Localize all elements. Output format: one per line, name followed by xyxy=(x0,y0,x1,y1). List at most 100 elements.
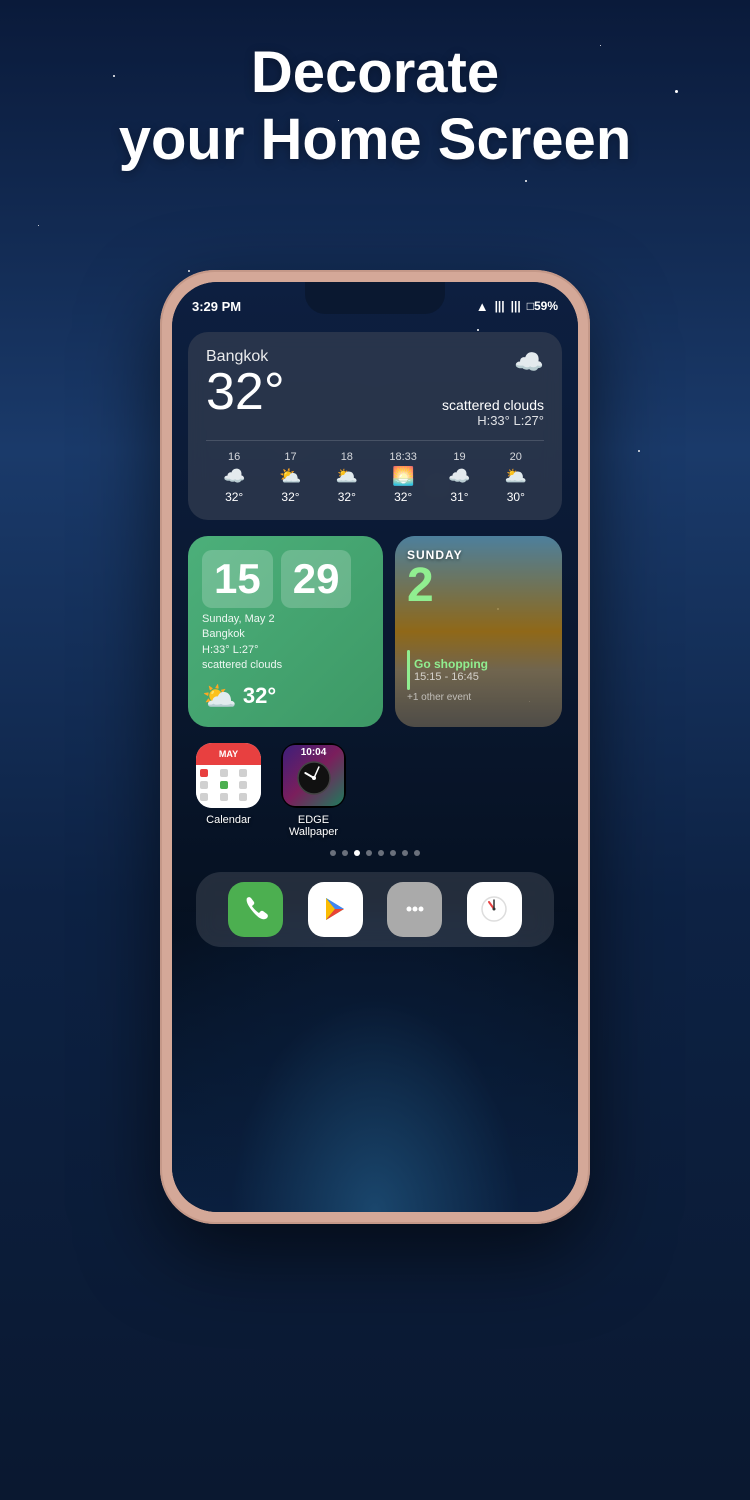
cal-dot xyxy=(200,769,208,777)
hour-temp-4: 32° xyxy=(375,490,431,504)
cal-dot xyxy=(220,793,228,801)
page-dot-7 xyxy=(402,850,408,856)
widgets-row: 15 29 Sunday, May 2 Bangkok H:33° L:27° … xyxy=(188,536,562,727)
page-dot-6 xyxy=(390,850,396,856)
phone-content: Bangkok 32° ☁️ scattered clouds H:33° L:… xyxy=(172,332,578,947)
dock-clock[interactable] xyxy=(467,882,522,937)
calendar-icon-grid xyxy=(196,765,261,808)
page-dot-4 xyxy=(366,850,372,856)
app-item-calendar[interactable]: MAY xyxy=(196,743,261,838)
hour-temp-3: 32° xyxy=(319,490,375,504)
clock-cloud-icon: ⛅ xyxy=(202,680,237,713)
weather-high: H:33° xyxy=(477,413,510,428)
hour-icon-1: ☁️ xyxy=(206,466,262,487)
hour-temp-1: 32° xyxy=(206,490,262,504)
event-other: +1 other event xyxy=(407,692,550,703)
calendar-widget[interactable]: SUNDAY 2 Go shopping 15:15 - 16:45 xyxy=(395,536,562,727)
hour-icon-4: 🌅 xyxy=(375,466,431,487)
phone-mockup: 3:29 PM ▲ ||| ||| □ 59% Bangkok xyxy=(160,270,590,1224)
hour-temp-5: 31° xyxy=(431,490,487,504)
hour-time-3: 18 xyxy=(319,451,375,463)
cal-dot xyxy=(239,769,247,777)
hour-time-1: 16 xyxy=(206,451,262,463)
hour-temp-2: 32° xyxy=(262,490,318,504)
header-title: Decorate your Home Screen xyxy=(0,40,750,173)
phone-screen: 3:29 PM ▲ ||| ||| □ 59% Bangkok xyxy=(172,282,578,1212)
edge-clock-display: 10:04 xyxy=(281,743,346,808)
bottom-dock xyxy=(196,872,554,947)
signal-icon2: ||| xyxy=(511,299,521,313)
cal-dot xyxy=(239,793,247,801)
weather-cloud-icon: ☁️ xyxy=(442,348,544,377)
nebula-effect xyxy=(172,912,578,1212)
hour-time-4: 18:33 xyxy=(375,451,431,463)
cal-dot xyxy=(200,793,208,801)
battery-percent: 59% xyxy=(534,299,558,313)
weather-right: ☁️ scattered clouds H:33° L:27° xyxy=(442,348,544,428)
calendar-app-label: Calendar xyxy=(206,814,251,826)
page-dot-5 xyxy=(378,850,384,856)
clock-low: L:27° xyxy=(233,644,259,656)
page-dot-2 xyxy=(342,850,348,856)
weather-hl: H:33° L:27° xyxy=(442,413,544,428)
dock-messages[interactable] xyxy=(387,882,442,937)
status-bar: 3:29 PM ▲ ||| ||| □ 59% xyxy=(172,282,578,322)
event-time: 15:15 - 16:45 xyxy=(414,671,488,683)
hour-item-4: 18:33 🌅 32° xyxy=(375,451,431,504)
signal-icon: ||| xyxy=(495,299,505,313)
edge-wallpaper-label: EDGEWallpaper xyxy=(289,814,338,838)
page-dot-3 xyxy=(354,850,360,856)
clock-weather-row: ⛅ 32° xyxy=(202,680,369,713)
clock-hl: H:33° L:27° xyxy=(202,643,369,658)
event-title: Go shopping xyxy=(414,657,488,671)
weather-widget[interactable]: Bangkok 32° ☁️ scattered clouds H:33° L:… xyxy=(188,332,562,520)
phone-outer-shell: 3:29 PM ▲ ||| ||| □ 59% Bangkok xyxy=(160,270,590,1224)
hour-icon-3: 🌥️ xyxy=(319,466,375,487)
header-line1: Decorate xyxy=(251,40,499,105)
cal-dot xyxy=(220,769,228,777)
status-time: 3:29 PM xyxy=(192,299,241,314)
clock-condition: scattered clouds xyxy=(202,658,369,673)
header-line2: your Home Screen xyxy=(119,107,632,172)
page-dot-8 xyxy=(414,850,420,856)
hour-time-5: 19 xyxy=(431,451,487,463)
dock-phone[interactable] xyxy=(228,882,283,937)
cal-dot xyxy=(220,781,228,789)
app-item-edge-wallpaper[interactable]: 10:04 xyxy=(281,743,346,838)
hour-icon-5: ☁️ xyxy=(431,466,487,487)
analog-clock-wrapper xyxy=(296,760,332,803)
weather-top: Bangkok 32° ☁️ scattered clouds H:33° L:… xyxy=(206,348,544,428)
clock-date-info: Sunday, May 2 Bangkok H:33° L:27° scatte… xyxy=(202,612,369,674)
clock-city: Bangkok xyxy=(202,627,369,642)
edge-wallpaper-app-icon[interactable]: 10:04 xyxy=(281,743,346,808)
weather-condition: scattered clouds xyxy=(442,397,544,413)
clock-widget[interactable]: 15 29 Sunday, May 2 Bangkok H:33° L:27° … xyxy=(188,536,383,727)
calendar-app-icon[interactable]: MAY xyxy=(196,743,261,808)
status-icons: ▲ ||| ||| □ 59% xyxy=(476,299,558,314)
calendar-icon-inner: MAY xyxy=(196,743,261,808)
weather-left: Bangkok 32° xyxy=(206,348,285,418)
clock-minute: 29 xyxy=(281,550,352,608)
header-section: Decorate your Home Screen xyxy=(0,40,750,173)
cal-dot xyxy=(200,781,208,789)
calendar-content: SUNDAY 2 Go shopping 15:15 - 16:45 xyxy=(395,536,562,715)
app-icons-row: MAY xyxy=(188,743,562,838)
weather-low: L:27° xyxy=(513,413,544,428)
dock-play-store[interactable] xyxy=(308,882,363,937)
event-bar xyxy=(407,650,410,690)
weather-temp: 32° xyxy=(206,366,285,418)
calendar-event: Go shopping 15:15 - 16:45 +1 other event xyxy=(407,650,550,703)
page-dots xyxy=(188,850,562,856)
calendar-icon-top: MAY xyxy=(196,743,261,765)
hour-time-2: 17 xyxy=(262,451,318,463)
hour-time-6: 20 xyxy=(488,451,544,463)
clock-hour: 15 xyxy=(202,550,273,608)
battery-icon: □ 59% xyxy=(527,299,558,313)
clock-digits: 15 29 xyxy=(202,550,369,608)
clock-temp: 32° xyxy=(243,683,276,709)
hour-item-3: 18 🌥️ 32° xyxy=(319,451,375,504)
hour-temp-6: 30° xyxy=(488,490,544,504)
hour-item-6: 20 🌥️ 30° xyxy=(488,451,544,504)
hour-icon-2: ⛅ xyxy=(262,466,318,487)
hour-item-1: 16 ☁️ 32° xyxy=(206,451,262,504)
